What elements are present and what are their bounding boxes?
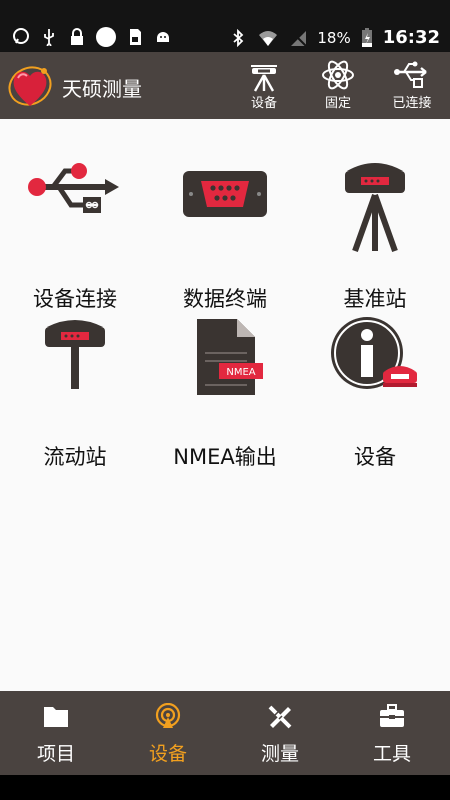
app-logo-icon	[8, 66, 52, 106]
atom-icon	[322, 60, 354, 90]
nav-label: 设备	[148, 743, 187, 765]
header-device-label: 设备	[250, 96, 277, 111]
circle-icon	[96, 27, 116, 47]
tile-label: NMEA输出	[173, 445, 277, 469]
nav-item-tools[interactable]: 工具	[336, 691, 448, 775]
header-connected-label: 已连接	[392, 96, 432, 111]
nav-item-project[interactable]: 项目	[0, 691, 112, 775]
usb-status-icon	[44, 29, 54, 46]
tile-device-connect[interactable]: 设备连接	[0, 155, 150, 311]
battery-percent: 18%	[317, 28, 351, 47]
header-device-button[interactable]: 设备	[236, 56, 292, 116]
tile-label: 流动站	[43, 445, 107, 469]
app-title: 天硕测量	[62, 77, 142, 101]
nav-item-survey[interactable]: 测量	[224, 691, 336, 775]
toolbox-icon	[380, 704, 404, 727]
tile-nmea-output[interactable]: NMEA NMEA输出	[150, 313, 300, 469]
tile-label: 数据终端	[183, 287, 267, 311]
tile-device-info[interactable]: 设备	[300, 313, 450, 469]
nav-label: 工具	[372, 743, 411, 765]
bottom-nav: 项目 设备 测量 工具	[0, 691, 450, 775]
no-signal-icon	[290, 29, 308, 47]
header-connected-button[interactable]: 已连接	[384, 56, 440, 116]
lock-icon	[71, 28, 83, 45]
usb-icon	[28, 163, 119, 213]
header-fixed-button[interactable]: 固定	[310, 56, 366, 116]
sd-card-icon	[130, 29, 141, 45]
tile-label: 基准站	[343, 287, 407, 311]
serial-port-icon	[183, 171, 267, 217]
nav-label: 测量	[260, 743, 299, 765]
folder-icon	[44, 707, 68, 727]
main-content: 设备连接 数据终端 基准站 流动站 NMEA NMEA输出 设备	[0, 119, 450, 691]
tile-base-station[interactable]: 基准站	[300, 155, 450, 311]
wifi-icon	[259, 30, 278, 46]
rover-icon	[45, 320, 105, 389]
system-bar	[0, 775, 450, 800]
tile-rover[interactable]: 流动站	[0, 313, 150, 469]
survey-tools-icon	[268, 705, 292, 729]
status-bar: 18% 16:32	[0, 0, 450, 52]
receiver-icon	[251, 65, 277, 92]
nav-item-device[interactable]: 设备	[112, 691, 224, 775]
tile-label: 设备连接	[33, 287, 117, 311]
nmea-badge: NMEA	[226, 367, 255, 378]
antenna-icon	[155, 703, 181, 728]
header-fixed-label: 固定	[324, 96, 351, 111]
base-station-icon	[345, 163, 405, 253]
device-info-icon	[331, 317, 417, 389]
app-header: 天硕测量 设备 固定 已连接	[0, 52, 450, 119]
nav-label: 项目	[36, 743, 75, 765]
tile-label: 设备	[354, 445, 396, 469]
bluetooth-icon	[233, 28, 244, 47]
battery-icon	[361, 27, 372, 47]
clock: 16:32	[382, 27, 440, 48]
usb-connected-icon	[394, 61, 427, 88]
nmea-file-icon: NMEA	[197, 319, 263, 395]
tile-data-terminal[interactable]: 数据终端	[150, 155, 300, 311]
notification-bubble-icon	[13, 28, 29, 44]
android-icon	[157, 32, 169, 42]
